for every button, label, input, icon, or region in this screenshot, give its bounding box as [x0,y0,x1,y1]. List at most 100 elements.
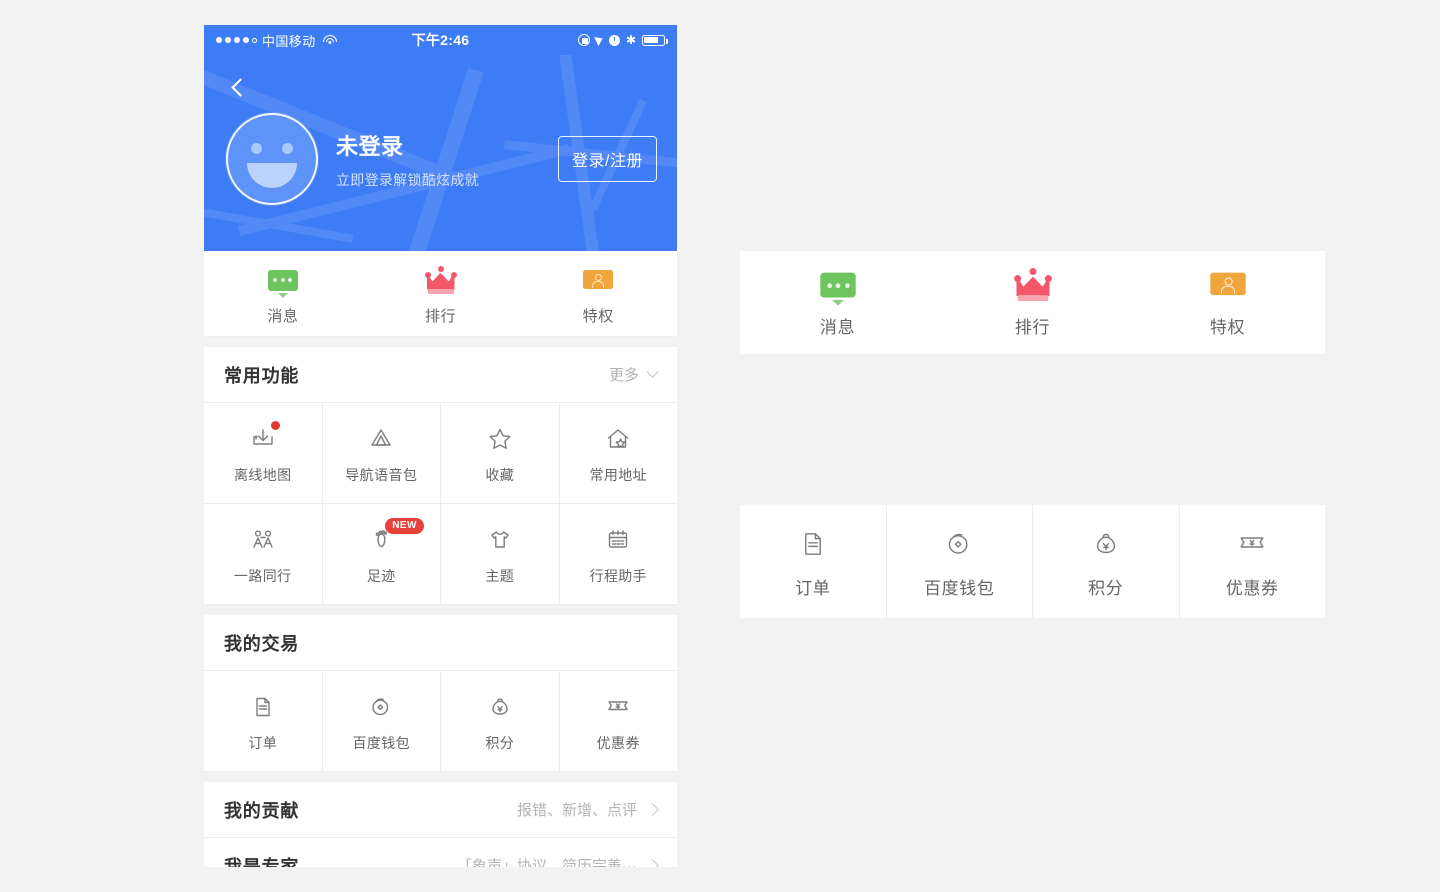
grid-item-navigation-voice[interactable]: 导航语音包 [323,403,441,503]
callout-quick-actions: 消息 排行 特权 [740,251,1325,354]
callout-item-baidu-wallet[interactable]: 百度钱包 [887,505,1033,618]
avatar-eye-left [251,143,262,154]
more-label: 更多 [608,367,639,384]
section-header-my-trades: 我的交易 [204,615,677,671]
tshirt-theme-icon [485,523,515,557]
grid-item-points[interactable]: 积分 [441,671,560,771]
document-order-icon [248,690,278,724]
section-gap [204,772,677,782]
callout-my-trades: 订单 百度钱包 积分 优惠券 [740,505,1325,618]
screenshot-stage: 中国移动 下午2:46 ✱ 未登录 立即登录解锁酷炫成就 登录/注册 消息 排行… [0,0,1440,892]
wallet-coin-icon [366,690,396,724]
avatar-eye-right [282,143,293,154]
privilege-card-icon [1130,267,1325,301]
grid-item-label: 订单 [248,734,278,751]
grid-item-favorites[interactable]: 收藏 [441,403,560,503]
companions-icon [248,523,278,557]
grid-item-label: 一路同行 [233,567,292,584]
entry-row-my-expert[interactable]: 我是专家 「象声」协议、简历完善··· [204,838,677,867]
callout-item-label: 订单 [795,578,831,598]
coupon-ticket-icon [1234,525,1270,563]
callout-item-message[interactable]: 消息 [740,267,935,338]
quick-item-message[interactable]: 消息 [204,262,362,326]
grid-item-label: 主题 [485,567,515,584]
callout-item-privilege[interactable]: 特权 [1130,267,1325,338]
message-bubble-icon [740,267,935,306]
grid-item-offline-map[interactable]: 离线地图 [204,403,323,503]
callout-item-points[interactable]: 积分 [1033,505,1180,618]
callout-item-label: 百度钱包 [924,578,995,598]
quick-item-label: 特权 [582,307,614,325]
calendar-trip-icon [603,523,633,557]
message-bubble-icon [204,262,362,298]
grid-item-label: 导航语音包 [345,466,418,483]
grid-item-label: 离线地图 [233,466,292,483]
callout-trades-row: 订单 百度钱包 积分 优惠券 [740,505,1325,618]
callout-item-label: 排行 [1014,318,1051,337]
smiley-avatar-icon[interactable] [226,113,318,205]
chevron-down-icon [646,365,659,378]
entry-right: 「象声」协议、简历完善··· [457,855,659,867]
crown-icon [935,267,1130,301]
callout-item-coupons[interactable]: 优惠券 [1180,505,1326,618]
my-trades-row: 订单 百度钱包 积分 优惠券 [204,671,677,772]
grid-item-label: 百度钱包 [352,734,411,751]
more-button[interactable]: 更多 [608,364,659,385]
grid-item-theme[interactable]: 主题 [441,504,560,604]
grid-item-orders[interactable]: 订单 [204,671,323,771]
coupon-ticket-icon [603,690,633,724]
profile-row: 未登录 立即登录解锁酷炫成就 登录/注册 [204,113,677,205]
back-chevron-icon[interactable] [222,71,254,103]
grid-item-coupons[interactable]: 优惠券 [560,671,678,771]
section-title: 常用功能 [224,365,300,386]
star-favorite-icon [485,422,515,456]
home-star-address-icon [603,422,633,456]
callout-item-label: 优惠券 [1225,578,1279,598]
section-title: 我的交易 [224,633,300,654]
entry-title: 我的贡献 [224,800,300,821]
quick-item-label: 排行 [425,307,457,325]
grid-item-label: 常用地址 [589,466,648,483]
phone-mockup: 中国移动 下午2:46 ✱ 未登录 立即登录解锁酷炫成就 登录/注册 消息 排行… [204,25,677,867]
grid-item-label: 行程助手 [589,567,648,584]
navigation-voice-icon [366,422,396,456]
document-order-icon [795,525,831,563]
rotation-lock-icon [577,34,590,46]
wallet-coin-icon [941,525,977,563]
profile-subtitle: 立即登录解锁酷炫成就 [336,171,479,188]
status-bar: 中国移动 下午2:46 ✱ [204,25,677,55]
common-functions-row-1: 离线地图 导航语音包 收藏 常用地址 [204,403,677,504]
grid-item-label: 积分 [485,734,515,751]
money-bag-points-icon [485,690,515,724]
section-header-common-functions: 常用功能 更多 [204,347,677,403]
callout-item-label: 消息 [819,318,856,337]
callout-item-orders[interactable]: 订单 [740,505,887,618]
quick-item-ranking[interactable]: 排行 [362,262,520,326]
section-gap [204,337,677,347]
common-functions-row-2: 一路同行 NEW 足迹 主题 行程助手 [204,504,677,605]
grid-item-common-address[interactable]: 常用地址 [560,403,678,503]
grid-item-travel-together[interactable]: 一路同行 [204,504,323,604]
money-bag-points-icon [1088,525,1124,563]
callout-item-label: 特权 [1209,318,1246,337]
grid-item-label: 足迹 [366,567,396,584]
grid-item-trip-assistant[interactable]: 行程助手 [560,504,678,604]
callout-item-ranking[interactable]: 排行 [935,267,1130,338]
login-register-button[interactable]: 登录/注册 [558,136,657,182]
entry-row-my-contribution[interactable]: 我的贡献 报错、新增、点评 [204,782,677,838]
quick-item-privilege[interactable]: 特权 [519,262,677,326]
new-badge: NEW [385,518,424,534]
status-bar-time: 下午2:46 [411,32,470,48]
red-dot-badge [270,421,280,430]
callout-quick-row: 消息 排行 特权 [740,251,1325,354]
grid-item-label: 收藏 [485,466,515,483]
callout-item-label: 积分 [1088,578,1124,598]
profile-header: 未登录 立即登录解锁酷炫成就 登录/注册 [204,55,677,251]
section-gap [204,605,677,615]
quick-item-label: 消息 [267,307,299,325]
chevron-right-icon [646,859,659,867]
grid-item-footprints[interactable]: NEW 足迹 [323,504,441,604]
grid-item-baidu-wallet[interactable]: 百度钱包 [323,671,441,771]
grid-item-label: 优惠券 [596,734,640,751]
crown-icon [362,262,520,294]
